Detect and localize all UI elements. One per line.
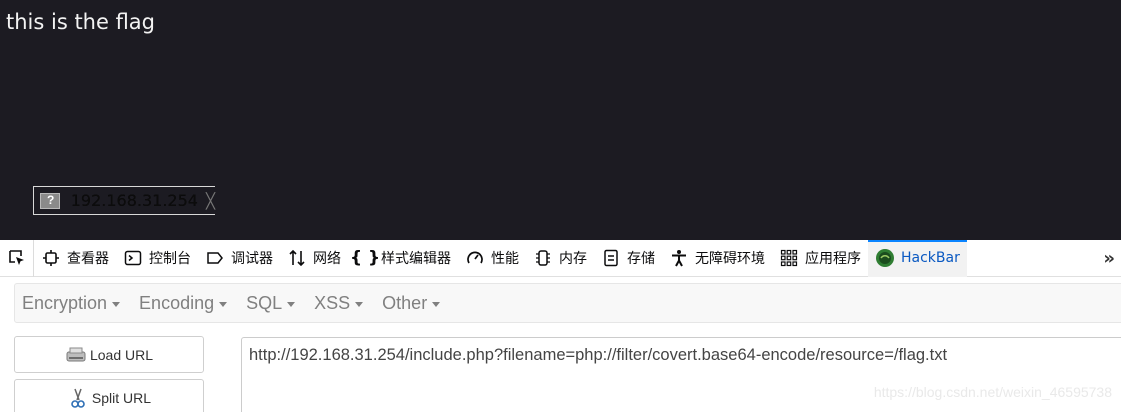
debugger-icon xyxy=(205,248,225,268)
caret-down-icon xyxy=(112,301,121,307)
caret-down-icon xyxy=(355,301,364,307)
tab-label: 存储 xyxy=(627,251,655,267)
menu-encryption[interactable]: Encryption xyxy=(15,293,126,314)
tab-performance[interactable]: 性能 xyxy=(458,240,526,277)
watermark: https://blog.csdn.net/weixin_46595738 xyxy=(873,384,1112,400)
memory-icon xyxy=(533,248,553,268)
element-picker-icon xyxy=(8,250,24,265)
inspector-icon xyxy=(41,248,61,268)
devtools-toolbar: 查看器 控制台 调试器 网络 { } 样式编辑器 性能 内存 存储 无障碍环境 … xyxy=(0,239,1121,277)
page-text: this is the flag xyxy=(6,10,156,34)
close-icon[interactable]: ╳ xyxy=(206,192,215,210)
tab-label: 控制台 xyxy=(149,251,191,267)
split-url-button[interactable]: Split URL xyxy=(14,379,204,412)
tab-accessibility[interactable]: 无障碍环境 xyxy=(662,240,772,277)
tab-network[interactable]: 网络 xyxy=(280,240,348,277)
tab-label: 性能 xyxy=(491,251,519,267)
tab-label: 样式编辑器 xyxy=(381,251,451,267)
console-icon xyxy=(123,248,143,268)
menu-label: Other xyxy=(382,292,428,313)
tab-label: 调试器 xyxy=(231,251,273,267)
network-icon xyxy=(287,248,307,268)
caret-down-icon xyxy=(432,301,441,307)
style-editor-icon: { } xyxy=(349,248,381,268)
tab-label: 应用程序 xyxy=(805,251,861,267)
load-url-label: Load URL xyxy=(89,346,154,363)
menu-sql[interactable]: SQL xyxy=(239,293,301,314)
url-text: http://192.168.31.254/include.php?filena… xyxy=(249,346,948,364)
tab-label: HackBar xyxy=(901,250,960,266)
menu-label: Encryption xyxy=(22,292,108,313)
performance-icon xyxy=(465,248,485,268)
tab-application[interactable]: 应用程序 xyxy=(772,240,868,277)
tab-inspector[interactable]: 查看器 xyxy=(34,240,116,277)
tab-label: 网络 xyxy=(313,251,341,267)
hackbar-menu: Encryption Encoding SQL XSS Other xyxy=(14,283,1121,323)
tab-memory[interactable]: 内存 xyxy=(526,240,594,277)
tab-hackbar[interactable]: HackBar xyxy=(868,239,967,277)
broken-image-icon xyxy=(40,192,60,209)
tab-console[interactable]: 控制台 xyxy=(116,240,198,277)
url-status-tooltip: 192.168.31.254 ╳ xyxy=(33,186,215,215)
caret-down-icon xyxy=(219,301,228,307)
page-content: this is the flag 192.168.31.254 ╳ xyxy=(0,0,1121,240)
accessibility-icon xyxy=(669,248,689,268)
menu-label: Encoding xyxy=(139,292,215,313)
tab-label: 查看器 xyxy=(67,251,109,267)
storage-icon xyxy=(601,248,621,268)
tab-label: 无障碍环境 xyxy=(695,251,765,267)
tab-label: 内存 xyxy=(559,251,587,267)
menu-other[interactable]: Other xyxy=(375,293,446,314)
tab-storage[interactable]: 存储 xyxy=(594,240,662,277)
application-icon xyxy=(779,248,799,268)
split-url-label: Split URL xyxy=(91,389,152,406)
menu-xss[interactable]: XSS xyxy=(307,293,369,314)
element-picker-button[interactable] xyxy=(0,239,34,277)
load-url-icon xyxy=(65,345,87,365)
tab-debugger[interactable]: 调试器 xyxy=(198,240,280,277)
menu-encoding[interactable]: Encoding xyxy=(132,293,233,314)
load-url-button[interactable]: Load URL xyxy=(14,336,204,373)
scissors-icon xyxy=(67,388,89,408)
hackbar-icon xyxy=(875,248,895,268)
menu-label: SQL xyxy=(246,292,283,313)
more-tabs-chevron-icon[interactable]: » xyxy=(1103,248,1114,269)
status-tooltip-url: 192.168.31.254 xyxy=(70,191,198,210)
tab-style-editor[interactable]: { } 样式编辑器 xyxy=(348,240,458,277)
url-textarea[interactable]: http://192.168.31.254/include.php?filena… xyxy=(241,337,1121,412)
caret-down-icon xyxy=(287,301,296,307)
menu-label: XSS xyxy=(314,292,351,313)
